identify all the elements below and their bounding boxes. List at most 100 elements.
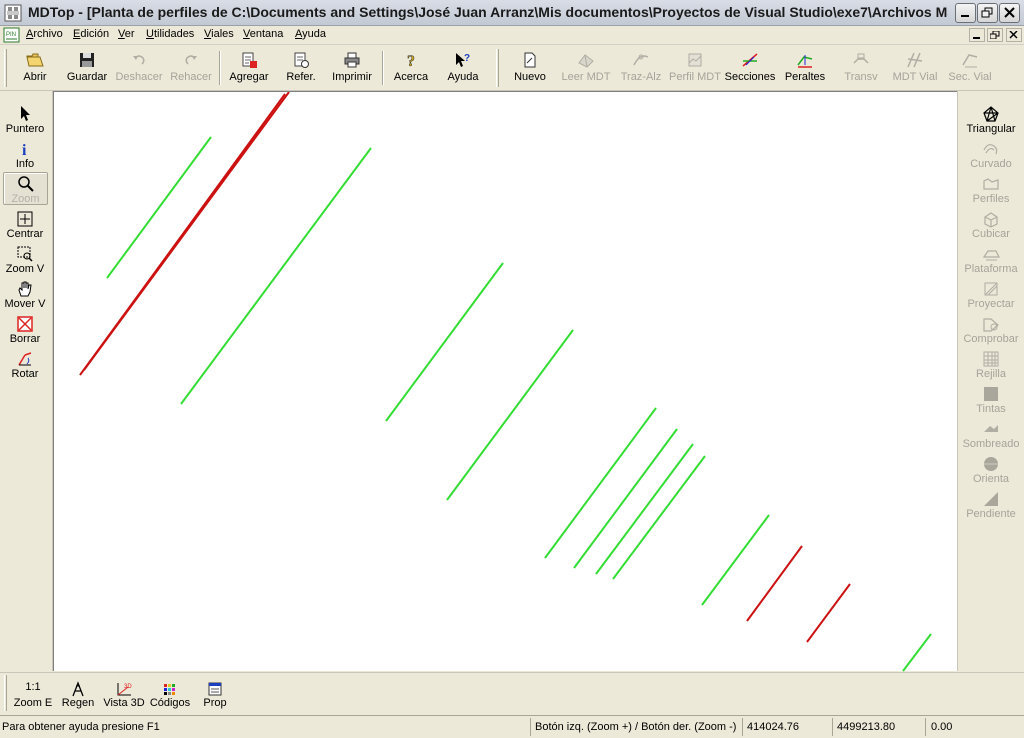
- vista-3d-button[interactable]: 3D Vista 3D: [102, 677, 146, 713]
- project-icon: [984, 282, 998, 296]
- sombreado-tool[interactable]: Sombreado: [962, 418, 1020, 452]
- view-3d-icon: 3D: [117, 683, 132, 696]
- zoom-v-tool[interactable]: Zoom V: [2, 243, 48, 277]
- left-toolbar: Puntero i Info Zoom Centrar Zoom V Mover…: [0, 91, 53, 671]
- perfil-mdt-label: Perfil MDT: [669, 71, 721, 83]
- rejilla-tool[interactable]: Rejilla: [962, 348, 1020, 382]
- zoom-tool[interactable]: Zoom: [3, 172, 48, 205]
- codigos-label: Códigos: [149, 697, 191, 709]
- sec-vial-label: Sec. Vial: [948, 71, 992, 83]
- close-icon: [1009, 31, 1018, 39]
- document-icon[interactable]: PIN: [3, 27, 20, 43]
- guardar-button[interactable]: Guardar: [64, 47, 110, 89]
- profile-line: [595, 443, 694, 575]
- regen-button[interactable]: Regen: [58, 677, 98, 713]
- toolbar-separator: [382, 51, 384, 85]
- rehacer-button[interactable]: Rehacer: [168, 47, 214, 89]
- prop-button[interactable]: Prop: [196, 677, 234, 713]
- regen-label: Regen: [61, 697, 95, 709]
- info-icon: i: [22, 142, 27, 158]
- regen-icon: [72, 681, 84, 697]
- refer-button[interactable]: Refer.: [280, 47, 322, 89]
- status-mouse-hint: Botón izq. (Zoom +) / Botón der. (Zoom -…: [535, 721, 737, 733]
- close-button[interactable]: [999, 3, 1020, 23]
- hand-pan-icon: [18, 281, 32, 297]
- menu-ayuda[interactable]: Ayuda: [295, 28, 326, 40]
- zoom-e-button[interactable]: 1:1 Zoom E: [12, 677, 54, 713]
- red-profile-lines: [79, 91, 851, 643]
- orientation-sphere-icon: [984, 457, 998, 471]
- rejilla-label: Rejilla: [976, 368, 1006, 380]
- toolbar-grip[interactable]: [496, 49, 499, 87]
- restore-button[interactable]: [977, 3, 998, 23]
- codigos-button[interactable]: Códigos: [148, 677, 192, 713]
- drawing-canvas[interactable]: [53, 91, 958, 672]
- traz-alz-button[interactable]: Traz-Alz: [618, 47, 664, 89]
- curvado-tool[interactable]: Curvado: [962, 138, 1020, 172]
- agregar-label: Agregar: [229, 71, 269, 83]
- profile-line: [701, 514, 770, 606]
- alignment-icon: [633, 54, 649, 66]
- transv-button[interactable]: Transv: [838, 47, 884, 89]
- profile-line: [806, 583, 851, 643]
- refer-label: Refer.: [286, 71, 316, 83]
- mover-v-tool[interactable]: Mover V: [2, 278, 48, 312]
- comprobar-tool[interactable]: Comprobar: [962, 313, 1020, 347]
- imprimir-button[interactable]: Imprimir: [330, 47, 374, 89]
- mdi-close-button[interactable]: [1006, 28, 1022, 42]
- rotar-label: Rotar: [11, 368, 39, 380]
- peraltes-button[interactable]: Peraltes: [782, 47, 828, 89]
- triangulate-icon: [983, 106, 999, 122]
- new-document-icon: [524, 52, 536, 68]
- minimize-button[interactable]: [955, 3, 976, 23]
- restore-icon: [990, 31, 1000, 39]
- plataforma-tool[interactable]: Plataforma: [962, 243, 1020, 277]
- proyectar-tool[interactable]: Proyectar: [962, 278, 1020, 312]
- cubicar-tool[interactable]: Cubicar: [962, 208, 1020, 242]
- menu-ver[interactable]: Ver: [118, 28, 135, 40]
- rotate-icon: [18, 352, 32, 366]
- borrar-tool[interactable]: Borrar: [2, 313, 48, 347]
- tintas-tool[interactable]: Tintas: [962, 383, 1020, 417]
- secciones-button[interactable]: Secciones: [724, 47, 776, 89]
- menu-viales[interactable]: Viales: [204, 28, 234, 40]
- perfiles-tool[interactable]: Perfiles: [962, 173, 1020, 207]
- toolbar-grip[interactable]: [4, 675, 7, 711]
- redo-icon: [185, 55, 197, 65]
- info-tool[interactable]: i Info: [2, 138, 48, 172]
- puntero-tool[interactable]: Puntero: [2, 103, 48, 137]
- svg-text:?: ?: [464, 53, 470, 64]
- zoom-v-label: Zoom V: [5, 263, 45, 275]
- deshacer-button[interactable]: Deshacer: [114, 47, 164, 89]
- profile-line: [544, 407, 657, 559]
- mdi-minimize-button[interactable]: [969, 28, 985, 42]
- orienta-tool[interactable]: Orienta: [962, 453, 1020, 487]
- rotar-tool[interactable]: Rotar: [2, 348, 48, 382]
- mdi-restore-button[interactable]: [987, 28, 1003, 42]
- abrir-button[interactable]: Abrir: [14, 47, 56, 89]
- status-divider: [530, 718, 531, 736]
- svg-text:3D: 3D: [124, 684, 132, 690]
- perfil-mdt-button[interactable]: Perfil MDT: [668, 47, 722, 89]
- acerca-button[interactable]: ? Acerca: [390, 47, 432, 89]
- menu-utilidades[interactable]: Utilidades: [146, 28, 194, 40]
- ayuda-button[interactable]: ? Ayuda: [442, 47, 484, 89]
- abrir-label: Abrir: [23, 71, 47, 83]
- centrar-tool[interactable]: Centrar: [2, 208, 48, 242]
- triangular-tool[interactable]: Triangular: [962, 103, 1020, 137]
- leer-mdt-button[interactable]: Leer MDT: [560, 47, 612, 89]
- menu-ventana[interactable]: Ventana: [243, 28, 283, 40]
- volume-cube-icon: [984, 212, 998, 228]
- mdt-vial-button[interactable]: MDT Vial: [890, 47, 940, 89]
- peraltes-label: Peraltes: [784, 71, 826, 83]
- agregar-button[interactable]: Agregar: [226, 47, 272, 89]
- profile-plan-drawing[interactable]: [54, 91, 958, 672]
- menu-edicion[interactable]: Edición: [73, 28, 109, 40]
- main-toolbar: Abrir Guardar Deshacer Rehacer Agregar R…: [0, 45, 1024, 91]
- nuevo-button[interactable]: Nuevo: [508, 47, 552, 89]
- menu-archivo[interactable]: Archivo: [26, 28, 63, 40]
- toolbar-grip[interactable]: [4, 49, 7, 87]
- mdt-vial-label: MDT Vial: [892, 71, 938, 83]
- pendiente-tool[interactable]: Pendiente: [962, 488, 1020, 522]
- sec-vial-button[interactable]: Sec. Vial: [946, 47, 994, 89]
